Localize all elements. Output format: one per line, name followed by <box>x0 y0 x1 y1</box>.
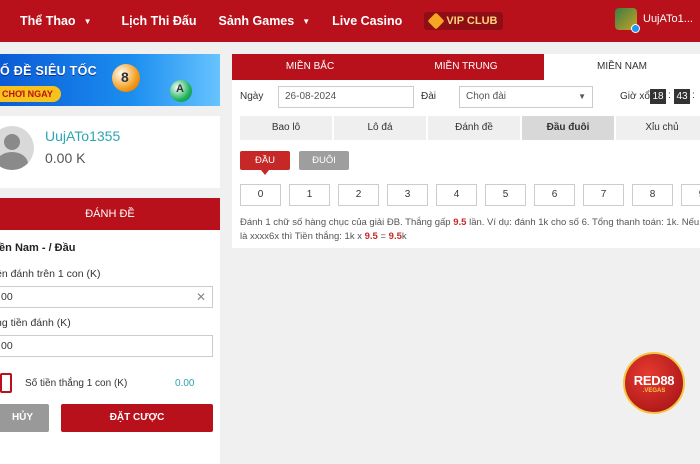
colon: : <box>692 90 695 101</box>
username: UujATo1... <box>643 13 693 25</box>
filter-bar: Ngày 26-08-2024 Đài Chọn đài ▼ Giờ xổ 18… <box>232 86 700 108</box>
left-panel: Ố ĐỀ SIÊU TỐC CHƠI NGAY 8 A UujATo1355 0… <box>0 54 220 464</box>
profile-balance: 0.00 K <box>45 150 86 166</box>
lottery-ball-icon: A <box>170 80 192 102</box>
total-label: ng tiền đánh (K) <box>0 317 71 329</box>
brand-logo: RED88 .VEGAS <box>623 352 685 414</box>
draw-minute: 43 <box>674 89 690 104</box>
digit-button[interactable]: 9 <box>681 184 700 206</box>
rule-line-1: Đánh 1 chữ số hàng chục của giải ĐB. Thắ… <box>240 217 700 228</box>
head-label: ĐẦU <box>254 155 276 166</box>
vip-club-button[interactable]: VIP CLUB <box>424 12 504 30</box>
bet-form-subtitle: iền Nam - / Đầu <box>0 242 76 254</box>
tab-danh-de[interactable]: Đánh đề <box>428 116 520 140</box>
tail-button[interactable]: ĐUÔI <box>299 151 349 170</box>
nav-schedule[interactable]: Lịch Thi Đấu <box>121 14 196 28</box>
head-tail-toggle: ĐẦU ĐUÔI <box>240 151 349 175</box>
nav-games-label: Sảnh Games <box>218 14 295 28</box>
digit-button[interactable]: 7 <box>583 184 624 206</box>
date-label: Ngày <box>240 91 264 102</box>
avatar <box>615 8 640 33</box>
top-navbar: Thể Thao ▼ Lịch Thi Đấu Sảnh Games ▼ Liv… <box>0 0 700 42</box>
station-select[interactable]: Chọn đài ▼ <box>459 86 593 108</box>
station-label: Đài <box>421 91 437 102</box>
digit-button[interactable]: 2 <box>338 184 379 206</box>
nav-games[interactable]: Sảnh Games ▼ <box>218 14 310 28</box>
win-label: Số tiền thắng 1 con (K) <box>25 378 128 389</box>
calculator-icon <box>0 373 12 393</box>
tab-dau-duoi[interactable]: Đầu đuôi <box>522 116 614 140</box>
date-input[interactable]: 26-08-2024 <box>278 86 414 108</box>
draw-time-label: Giờ xổ <box>620 91 650 102</box>
nav-sports-label: Thể Thao <box>20 14 76 28</box>
digit-button[interactable]: 4 <box>436 184 477 206</box>
user-menu[interactable]: UujATo1... 0 <box>615 8 700 33</box>
tab-mien-trung[interactable]: MIỀN TRUNG <box>388 54 544 80</box>
clear-icon[interactable]: ✕ <box>196 287 206 307</box>
total-input[interactable]: 00 <box>0 335 213 357</box>
tab-bao-lo[interactable]: Bao lô <box>240 116 332 140</box>
ball-number: 8 <box>121 69 129 85</box>
nav-live-casino-label: Live Casino <box>332 14 403 28</box>
region-tabs: MIỀN BẮC MIỀN TRUNG MIỀN NAM <box>232 54 700 80</box>
chevron-down-icon: ▼ <box>83 16 92 26</box>
tab-xiu-chu[interactable]: Xỉu chủ <box>616 116 700 140</box>
digit-button[interactable]: 8 <box>632 184 673 206</box>
total-value: 00 <box>1 340 13 352</box>
rule-line-2: là xxxx6x thì Tiền thắng: 1k x 9.5 = 9.5… <box>240 231 407 242</box>
ball-number: A <box>176 83 184 95</box>
digit-button[interactable]: 0 <box>240 184 281 206</box>
profile-card: UujATo1355 0.00 K <box>0 116 220 188</box>
bet-form: ĐÁNH ĐỀ iền Nam - / Đầu ền đánh trên 1 c… <box>0 198 220 464</box>
logo-text: RED88 <box>633 372 675 388</box>
stake-input[interactable]: 00 ✕ <box>0 286 213 308</box>
lottery-ball-icon: 8 <box>112 64 140 92</box>
head-button[interactable]: ĐẦU <box>240 151 290 175</box>
digit-button[interactable]: 1 <box>289 184 330 206</box>
station-value: Chọn đài <box>466 91 507 102</box>
rule-description: Đánh 1 chữ số hàng chục của giải ĐB. Thắ… <box>240 216 700 244</box>
stake-label: ền đánh trên 1 con (K) <box>0 268 101 280</box>
user-avatar-icon <box>0 126 34 170</box>
draw-hour: 18 <box>650 89 666 104</box>
promo-banner[interactable]: Ố ĐỀ SIÊU TỐC CHƠI NGAY 8 A <box>0 54 220 106</box>
vip-club-label: VIP CLUB <box>446 15 498 27</box>
digit-button[interactable]: 5 <box>485 184 526 206</box>
bet-type-tabs: Bao lô Lô đá Đánh đề Đầu đuôi Xỉu chủ <box>240 116 700 140</box>
digit-button[interactable]: 6 <box>534 184 575 206</box>
tab-lo-da[interactable]: Lô đá <box>334 116 426 140</box>
tab-mien-nam[interactable]: MIỀN NAM <box>544 54 700 80</box>
play-now-button[interactable]: CHƠI NGAY <box>0 86 61 102</box>
bet-form-header: ĐÁNH ĐỀ <box>0 198 220 230</box>
digit-picker: 0 1 2 3 4 5 6 7 8 9 <box>240 184 700 206</box>
digit-button[interactable]: 3 <box>387 184 428 206</box>
win-value: 0.00 <box>175 378 195 389</box>
date-value: 26-08-2024 <box>285 91 337 102</box>
profile-name: UujATo1355 <box>45 128 121 144</box>
chevron-down-icon: ▼ <box>302 16 311 26</box>
info-badge-icon <box>631 24 640 33</box>
main-panel: MIỀN BẮC MIỀN TRUNG MIỀN NAM Ngày 26-08-… <box>232 54 700 248</box>
diamond-icon <box>427 12 445 30</box>
pointer-arrow-icon <box>261 170 269 175</box>
place-bet-button[interactable]: ĐẶT CƯỢC <box>61 404 213 432</box>
banner-title: Ố ĐỀ SIÊU TỐC <box>0 64 97 78</box>
logo-subtext: .VEGAS <box>642 387 666 394</box>
colon: : <box>668 90 671 101</box>
nav-live-casino[interactable]: Live Casino <box>332 14 402 28</box>
stake-value: 00 <box>1 291 13 303</box>
chevron-down-icon: ▼ <box>578 92 586 101</box>
nav-sports[interactable]: Thể Thao ▼ <box>20 14 91 28</box>
tab-mien-bac[interactable]: MIỀN BẮC <box>232 54 388 80</box>
nav-schedule-label: Lịch Thi Đấu <box>121 14 197 28</box>
cancel-button[interactable]: HỦY <box>0 404 49 432</box>
